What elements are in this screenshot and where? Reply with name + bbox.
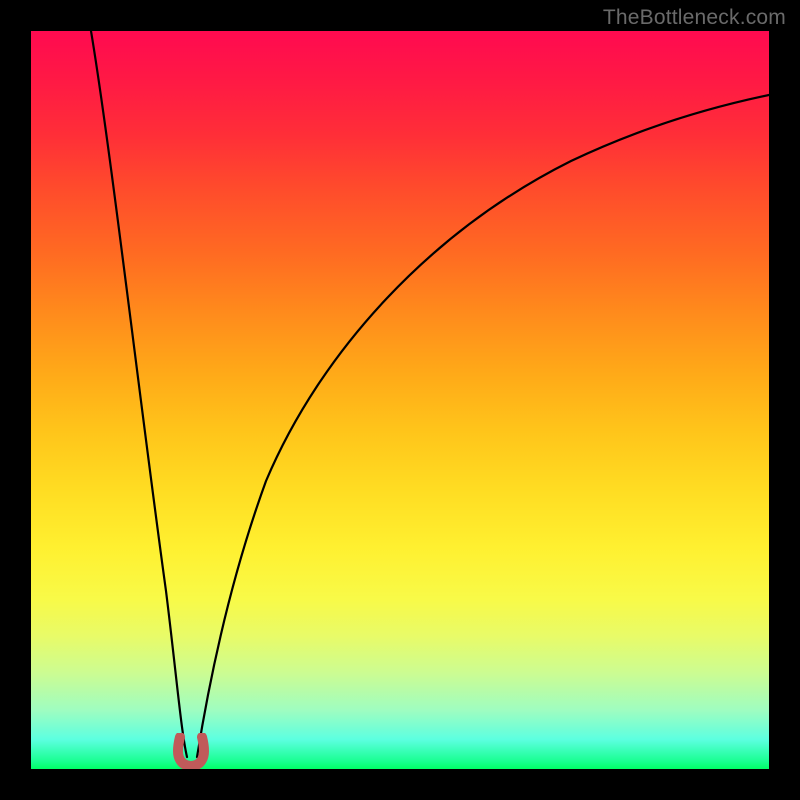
minimum-marker-icon <box>170 733 212 769</box>
chart-plot-area <box>31 31 769 769</box>
watermark-text: TheBottleneck.com <box>603 6 786 30</box>
curve-right-branch <box>197 95 769 757</box>
chart-frame: TheBottleneck.com <box>0 0 800 800</box>
bottleneck-curve <box>31 31 769 769</box>
curve-left-branch <box>91 31 187 757</box>
